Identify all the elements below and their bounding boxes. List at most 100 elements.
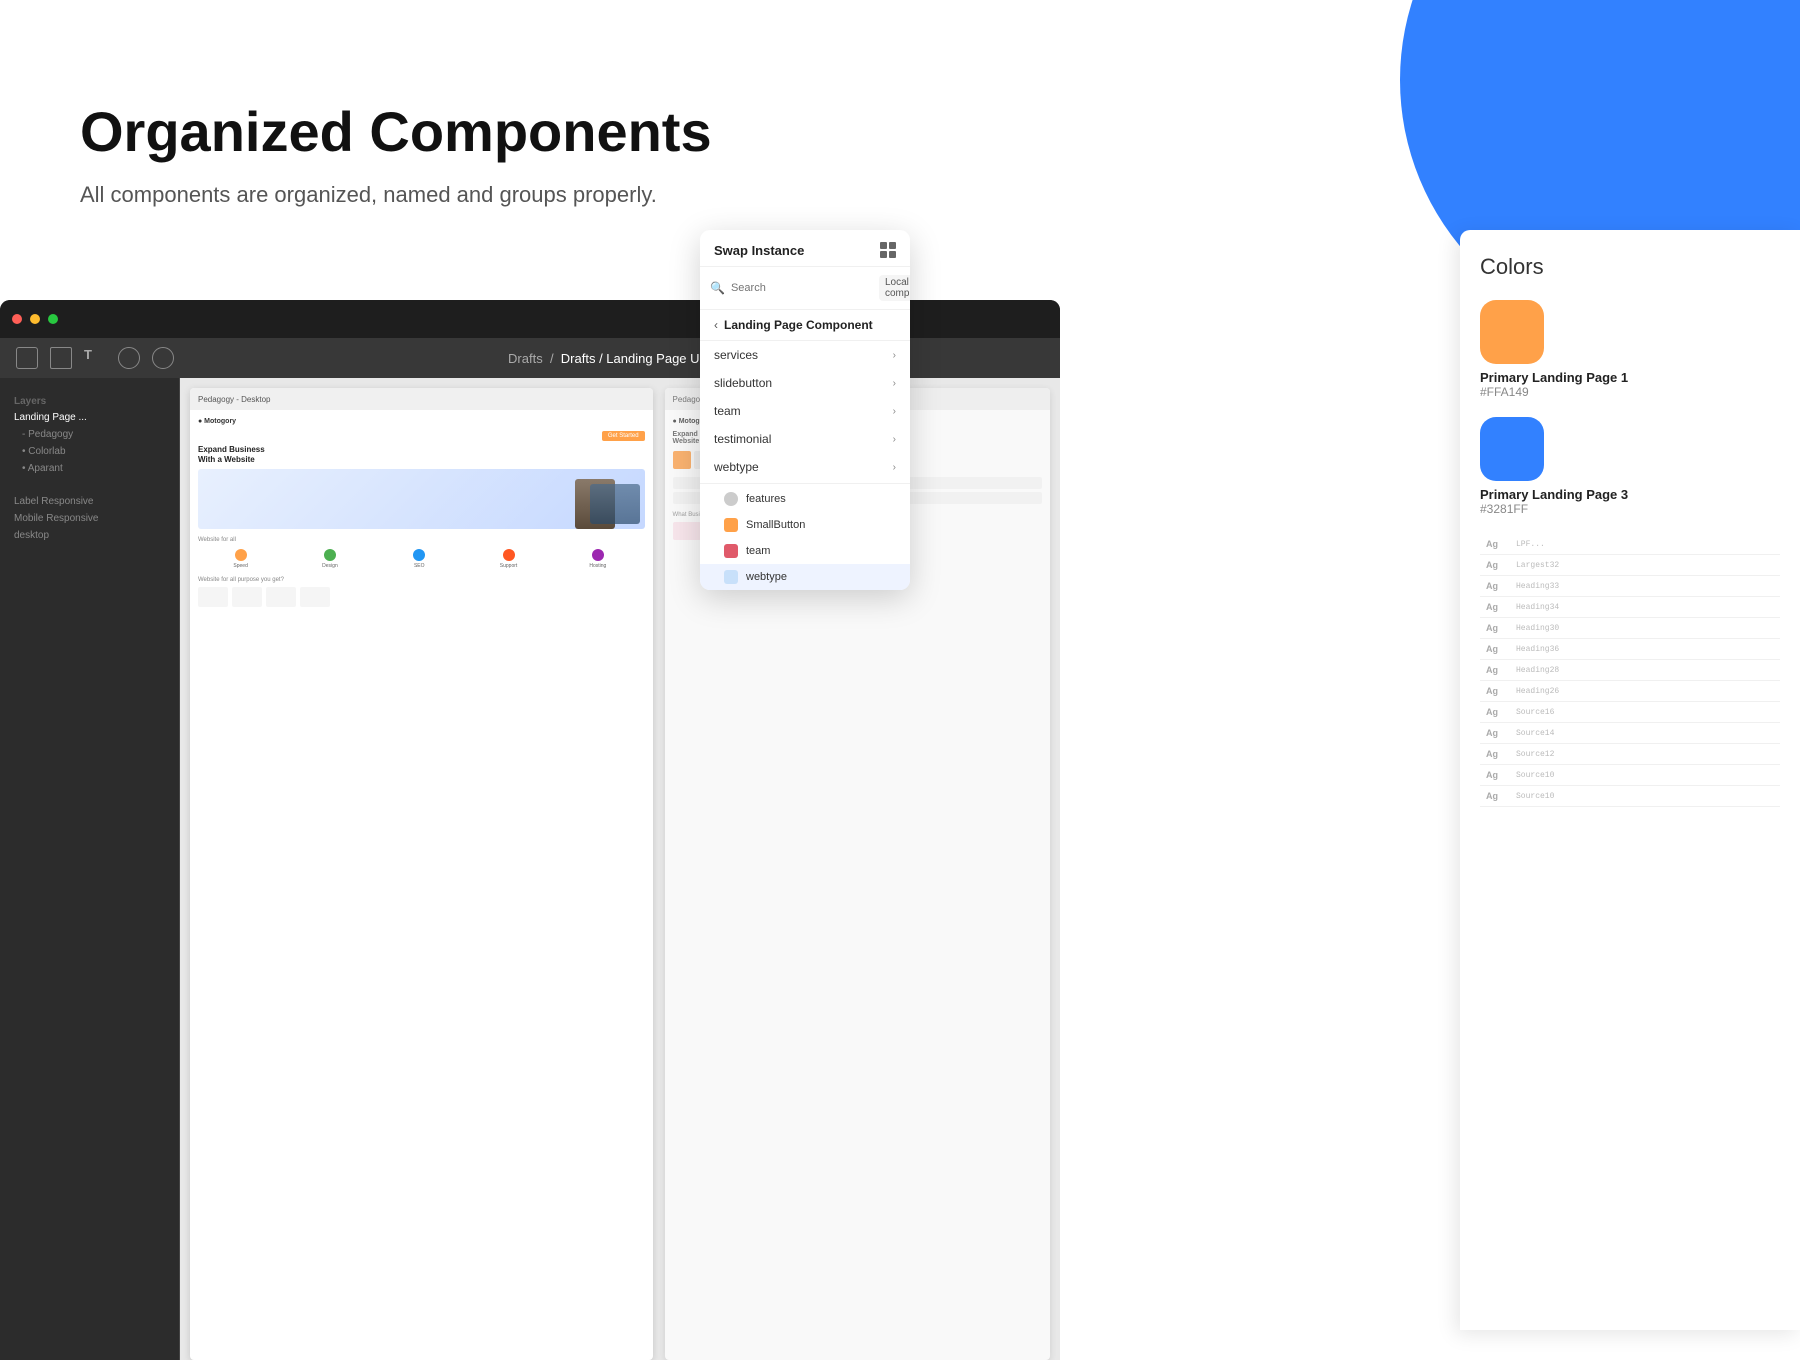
- ag-label-8: Ag: [1486, 707, 1508, 717]
- feature-item-1: Speed: [198, 549, 283, 569]
- ag-label-4: Ag: [1486, 623, 1508, 633]
- ag-row-5: Ag Heading36: [1480, 639, 1780, 660]
- ag-row-8: Ag Source16: [1480, 702, 1780, 723]
- feature-text-2: Design: [287, 563, 372, 569]
- ag-value-4: Heading30: [1516, 624, 1559, 633]
- ag-value-10: Source12: [1516, 750, 1554, 759]
- ag-label-9: Ag: [1486, 728, 1508, 738]
- swatch-2-name: Primary Landing Page 3: [1480, 487, 1780, 502]
- ag-row-4: Ag Heading30: [1480, 618, 1780, 639]
- mock-hero-image: [198, 469, 645, 529]
- toolbar-text[interactable]: T: [84, 347, 106, 369]
- feature-icon-3: [413, 549, 425, 561]
- mock-features-label: Website for all: [198, 537, 645, 543]
- colors-panel-title: Colors: [1480, 254, 1780, 280]
- sidebar-item-landing-page[interactable]: Landing Page ...: [8, 409, 171, 426]
- menu-item-services[interactable]: services ›: [700, 341, 910, 369]
- chevron-testimonial: ›: [893, 434, 896, 445]
- feature-text-1: Speed: [198, 563, 283, 569]
- toolbar-shape[interactable]: [118, 347, 140, 369]
- ag-value-7: Heading26: [1516, 687, 1559, 696]
- ag-row-1: Ag Largest32: [1480, 555, 1780, 576]
- menu-item-team[interactable]: team ›: [700, 397, 910, 425]
- sidebar-item-aparant[interactable]: • Aparant: [16, 460, 171, 477]
- sub-item-team[interactable]: team: [700, 538, 910, 564]
- ag-label-6: Ag: [1486, 665, 1508, 675]
- menu-item-slidebutton-label: slidebutton: [714, 376, 772, 390]
- sidebar-item-colorlab[interactable]: • Colorlab: [16, 443, 171, 460]
- menu-item-testimonial[interactable]: testimonial ›: [700, 425, 910, 453]
- editor-path-text: Drafts / Landing Page UI Kit: [561, 351, 722, 366]
- swap-search-row: 🔍 Local comp... ▾: [700, 267, 910, 310]
- editor-sidebar: Layers Landing Page ... - Pedagogy • Col…: [0, 378, 180, 1360]
- menu-item-team-label: team: [714, 404, 741, 418]
- grid-dot-2: [889, 242, 896, 249]
- ag-label-11: Ag: [1486, 770, 1508, 780]
- mock-hero-1: Expand BusinessWith a Website: [198, 445, 645, 529]
- ag-value-9: Source14: [1516, 729, 1554, 738]
- hero-title: Organized Components: [80, 100, 712, 164]
- sub-item-features[interactable]: features: [700, 486, 910, 512]
- chevron-services: ›: [893, 350, 896, 361]
- back-icon: ‹: [714, 318, 718, 332]
- chevron-slidebutton: ›: [893, 378, 896, 389]
- ag-label-7: Ag: [1486, 686, 1508, 696]
- feature-text-4: Support: [466, 563, 551, 569]
- sidebar-item-label-responsive[interactable]: Label Responsive: [8, 493, 171, 510]
- ag-row-7: Ag Heading26: [1480, 681, 1780, 702]
- sub-label-team: team: [746, 545, 770, 557]
- sidebar-item-mobile-responsive[interactable]: Mobile Responsive: [8, 510, 171, 527]
- sub-icon-webtype: [724, 570, 738, 584]
- swatch-block-2: Primary Landing Page 3 #3281FF: [1480, 417, 1780, 516]
- swatch-orange: [1480, 300, 1544, 364]
- dropdown-local-comp[interactable]: Local comp... ▾: [879, 275, 910, 301]
- chevron-team: ›: [893, 406, 896, 417]
- swap-divider: [700, 483, 910, 484]
- ag-value-8: Source16: [1516, 708, 1554, 717]
- toolbar-frame[interactable]: [50, 347, 72, 369]
- menu-item-webtype[interactable]: webtype ›: [700, 453, 910, 481]
- ag-row-3: Ag Heading34: [1480, 597, 1780, 618]
- canvas-frame-1: Pedagogy - Desktop ● Motogory Get Starte…: [190, 388, 653, 1360]
- ag-row-0: Ag LPF...: [1480, 534, 1780, 555]
- maximize-dot[interactable]: [48, 314, 58, 324]
- sidebar-item-desktop[interactable]: desktop: [8, 527, 171, 544]
- sub-label-webtype: webtype: [746, 571, 787, 583]
- sub-item-webtype[interactable]: webtype: [700, 564, 910, 590]
- colors-panel: Colors Primary Landing Page 1 #FFA149 Pr…: [1460, 230, 1800, 1330]
- frame-body-1: ● Motogory Get Started Expand BusinessWi…: [190, 410, 653, 615]
- ag-label-10: Ag: [1486, 749, 1508, 759]
- feature-icon-1: [235, 549, 247, 561]
- feature-item-3: SEO: [377, 549, 462, 569]
- toolbar-select[interactable]: [16, 347, 38, 369]
- ag-rows-container: Ag LPF... Ag Largest32 Ag Heading33 Ag H…: [1480, 534, 1780, 807]
- ag-value-5: Heading36: [1516, 645, 1559, 654]
- close-dot[interactable]: [12, 314, 22, 324]
- menu-item-slidebutton[interactable]: slidebutton ›: [700, 369, 910, 397]
- grid-icon[interactable]: [880, 242, 896, 258]
- ag-label-2: Ag: [1486, 581, 1508, 591]
- hero-section: Organized Components All components are …: [80, 100, 712, 208]
- swatch-blue: [1480, 417, 1544, 481]
- hero-subtitle: All components are organized, named and …: [80, 182, 712, 208]
- swap-back-row[interactable]: ‹ Landing Page Component: [700, 310, 910, 341]
- ag-value-3: Heading34: [1516, 603, 1559, 612]
- search-input[interactable]: [731, 282, 873, 294]
- minimize-dot[interactable]: [30, 314, 40, 324]
- back-label: Landing Page Component: [724, 318, 873, 332]
- sidebar-item-pedagogy[interactable]: - Pedagogy: [16, 426, 171, 443]
- sub-item-smallbutton[interactable]: SmallButton: [700, 512, 910, 538]
- dropdown-label: Local comp...: [885, 277, 910, 299]
- ag-value-1: Largest32: [1516, 561, 1559, 570]
- cta-card-1: [673, 522, 701, 540]
- sub-icon-team: [724, 544, 738, 558]
- mock-cards-row: [198, 587, 645, 607]
- sub-label-smallbutton: SmallButton: [746, 519, 805, 531]
- sub-icon-features: [724, 492, 738, 506]
- feature-item-2: Design: [287, 549, 372, 569]
- ag-label-0: Ag: [1486, 539, 1508, 549]
- ag-row-10: Ag Source12: [1480, 744, 1780, 765]
- mock-card-3: [266, 587, 296, 607]
- toolbar-pen[interactable]: [152, 347, 174, 369]
- ag-value-6: Heading28: [1516, 666, 1559, 675]
